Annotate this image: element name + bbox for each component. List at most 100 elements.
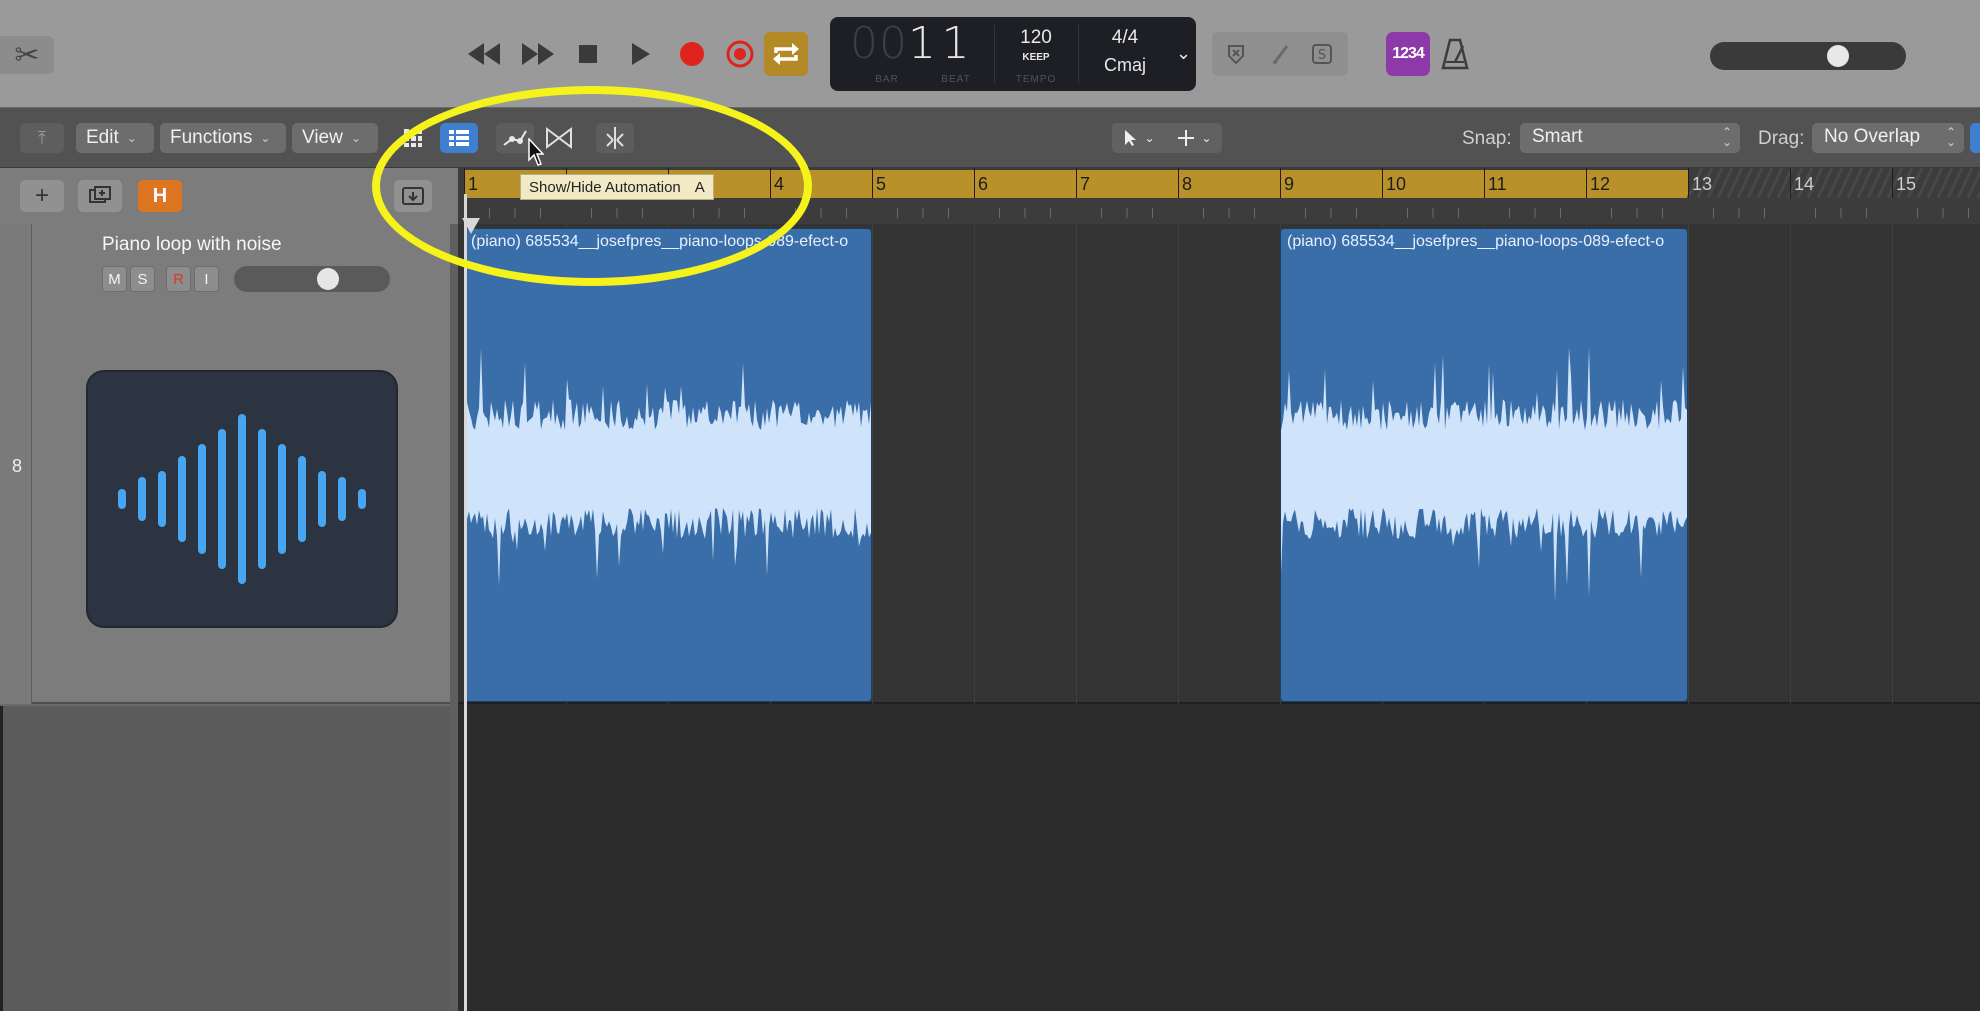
drag-select[interactable]: No Overlap ⌃ ⌄ <box>1812 123 1964 153</box>
track-number-column: 8 <box>0 224 32 704</box>
input-monitor-button[interactable]: I <box>194 266 219 292</box>
control-bar: ✂ 001 BAR 1 BEAT 120 KEEP TEMPO 4/4 Cmaj… <box>0 0 1980 108</box>
edit-menu-label: Edit <box>86 127 119 148</box>
ruler-bar-label: 8 <box>1182 174 1193 194</box>
bar-grid-line <box>1790 224 1791 704</box>
snap-select[interactable]: Smart ⌃ ⌄ <box>1520 123 1740 153</box>
stop-button[interactable] <box>566 32 610 76</box>
ruler-bar-label: 7 <box>1080 174 1091 194</box>
lcd-bar-caption: BAR <box>875 74 899 85</box>
audio-region[interactable]: (piano) 685534__josefpres__piano-loops-0… <box>464 228 872 702</box>
low-latency-icon[interactable] <box>1224 42 1248 66</box>
flex-icon <box>546 127 572 149</box>
chevron-down-icon: ⌄ <box>350 131 361 145</box>
view-menu-button[interactable]: View ⌄ <box>292 123 378 153</box>
waveform-bars <box>118 414 366 584</box>
waveform-shape <box>465 348 871 586</box>
solo-button[interactable]: S <box>130 266 155 292</box>
ruler-bar-label: 1 <box>468 174 479 194</box>
bar-grid-line <box>1178 224 1179 704</box>
scissors-icon[interactable]: ✂ <box>0 36 54 74</box>
catch-playhead-button[interactable] <box>596 123 634 153</box>
waveform-bar <box>118 489 126 509</box>
play-icon <box>632 43 650 65</box>
ruler-bar-tick <box>1688 168 1689 198</box>
lcd-bar: 001 BAR <box>850 17 936 91</box>
svg-text:S: S <box>1318 48 1326 63</box>
bar-grid-line <box>1892 224 1893 704</box>
global-tracks-button[interactable] <box>394 180 432 212</box>
track-list-divider[interactable] <box>450 224 458 1011</box>
record-button[interactable] <box>670 32 714 76</box>
logic-pro-window: ✂ 001 BAR 1 BEAT 120 KEEP TEMPO 4/4 Cmaj… <box>0 0 1980 1011</box>
waveform-bar <box>158 471 166 527</box>
play-button[interactable] <box>618 32 662 76</box>
track-name[interactable]: Piano loop with noise <box>102 234 282 256</box>
record-icon <box>680 42 704 66</box>
left-click-tool-menu[interactable]: ⌄ <box>1112 123 1167 153</box>
track-volume-knob[interactable] <box>316 268 339 290</box>
lcd-bar-dim: 00 <box>850 18 908 69</box>
audio-region[interactable]: (piano) 685534__josefpres__piano-loops-0… <box>1280 228 1688 702</box>
empty-track-list-area <box>0 706 450 1011</box>
grid-view-button[interactable] <box>394 123 432 153</box>
master-volume-slider[interactable] <box>1710 42 1906 70</box>
lcd-signature-key[interactable]: 4/4 Cmaj <box>1080 17 1170 91</box>
master-volume-knob[interactable] <box>1827 45 1850 67</box>
ruler-bar-label: 10 <box>1386 174 1407 194</box>
lcd-menu-chevron-icon[interactable]: ⌄ <box>1176 43 1191 64</box>
track-list: 8 Piano loop with noise M S R I <box>0 224 458 1011</box>
chevron-down-icon: ⌄ <box>260 131 271 145</box>
lcd-tempo[interactable]: 120 KEEP TEMPO <box>996 17 1076 91</box>
tuner-icon[interactable] <box>1268 42 1292 66</box>
region-name: (piano) 685534__josefpres__piano-loops-0… <box>1287 233 1665 250</box>
ruler-bar-label: 14 <box>1794 174 1815 194</box>
ruler-bar-label: 6 <box>978 174 989 194</box>
tracks-toolbar: ⤒ Edit ⌄ Functions ⌄ View ⌄ ⌄ ⌄ Snap: Sm… <box>0 108 1980 168</box>
library-button-edge[interactable] <box>1970 123 1980 153</box>
automation-icon <box>503 130 527 146</box>
flex-button[interactable] <box>540 123 578 153</box>
functions-menu-button[interactable]: Functions ⌄ <box>160 123 286 153</box>
list-view-button[interactable] <box>440 123 478 153</box>
bar-grid-line <box>872 224 873 704</box>
record-enable-button[interactable]: R <box>166 266 191 292</box>
back-arrow-icon[interactable]: ⤒ <box>20 123 64 153</box>
lcd-display[interactable]: 001 BAR 1 BEAT 120 KEEP TEMPO 4/4 Cmaj ⌄ <box>830 17 1196 91</box>
region-waveform <box>1281 346 1687 602</box>
region-waveform <box>465 348 871 586</box>
mute-button[interactable]: M <box>102 266 127 292</box>
rewind-button[interactable] <box>462 32 506 76</box>
ruler-bar-tick <box>1178 168 1179 198</box>
ruler-bar-tick <box>872 168 873 198</box>
add-track-button[interactable]: + <box>20 180 64 212</box>
ruler-bar-label: 9 <box>1284 174 1295 194</box>
ruler-bar-tick <box>1484 168 1485 198</box>
lcd-key: Cmaj <box>1103 55 1146 75</box>
command-click-tool-menu[interactable]: ⌄ <box>1167 123 1222 153</box>
lcd-beat: 1 BEAT <box>924 17 988 91</box>
count-in-button[interactable]: 1234 <box>1386 32 1430 76</box>
chevron-down-icon: ⌄ <box>1201 131 1212 145</box>
replace-record-button[interactable] <box>718 32 762 76</box>
fast-forward-button[interactable] <box>516 32 560 76</box>
ruler-bar-tick <box>974 168 975 198</box>
track-list-header: + H <box>0 168 458 224</box>
playhead-handle[interactable] <box>462 218 480 234</box>
duplicate-track-button[interactable] <box>78 180 122 212</box>
cycle-button[interactable] <box>764 32 808 76</box>
hide-tracks-button[interactable]: H <box>138 180 182 212</box>
catch-icon <box>606 127 624 149</box>
ruler-bar-label: 15 <box>1896 174 1917 194</box>
list-icon <box>449 130 469 146</box>
metronome-icon[interactable] <box>1440 38 1470 70</box>
playhead[interactable] <box>462 194 480 1011</box>
track-volume-slider[interactable] <box>234 266 390 292</box>
rewind-icon <box>468 43 500 65</box>
lcd-time-signature: 4/4 <box>1111 27 1139 48</box>
waveform-bar <box>238 414 246 584</box>
bar-grid-line <box>1688 224 1689 704</box>
solo-mode-icon[interactable]: S <box>1310 42 1334 66</box>
edit-menu-button[interactable]: Edit ⌄ <box>76 123 154 153</box>
track-header[interactable]: Piano loop with noise M S R I <box>32 224 450 704</box>
